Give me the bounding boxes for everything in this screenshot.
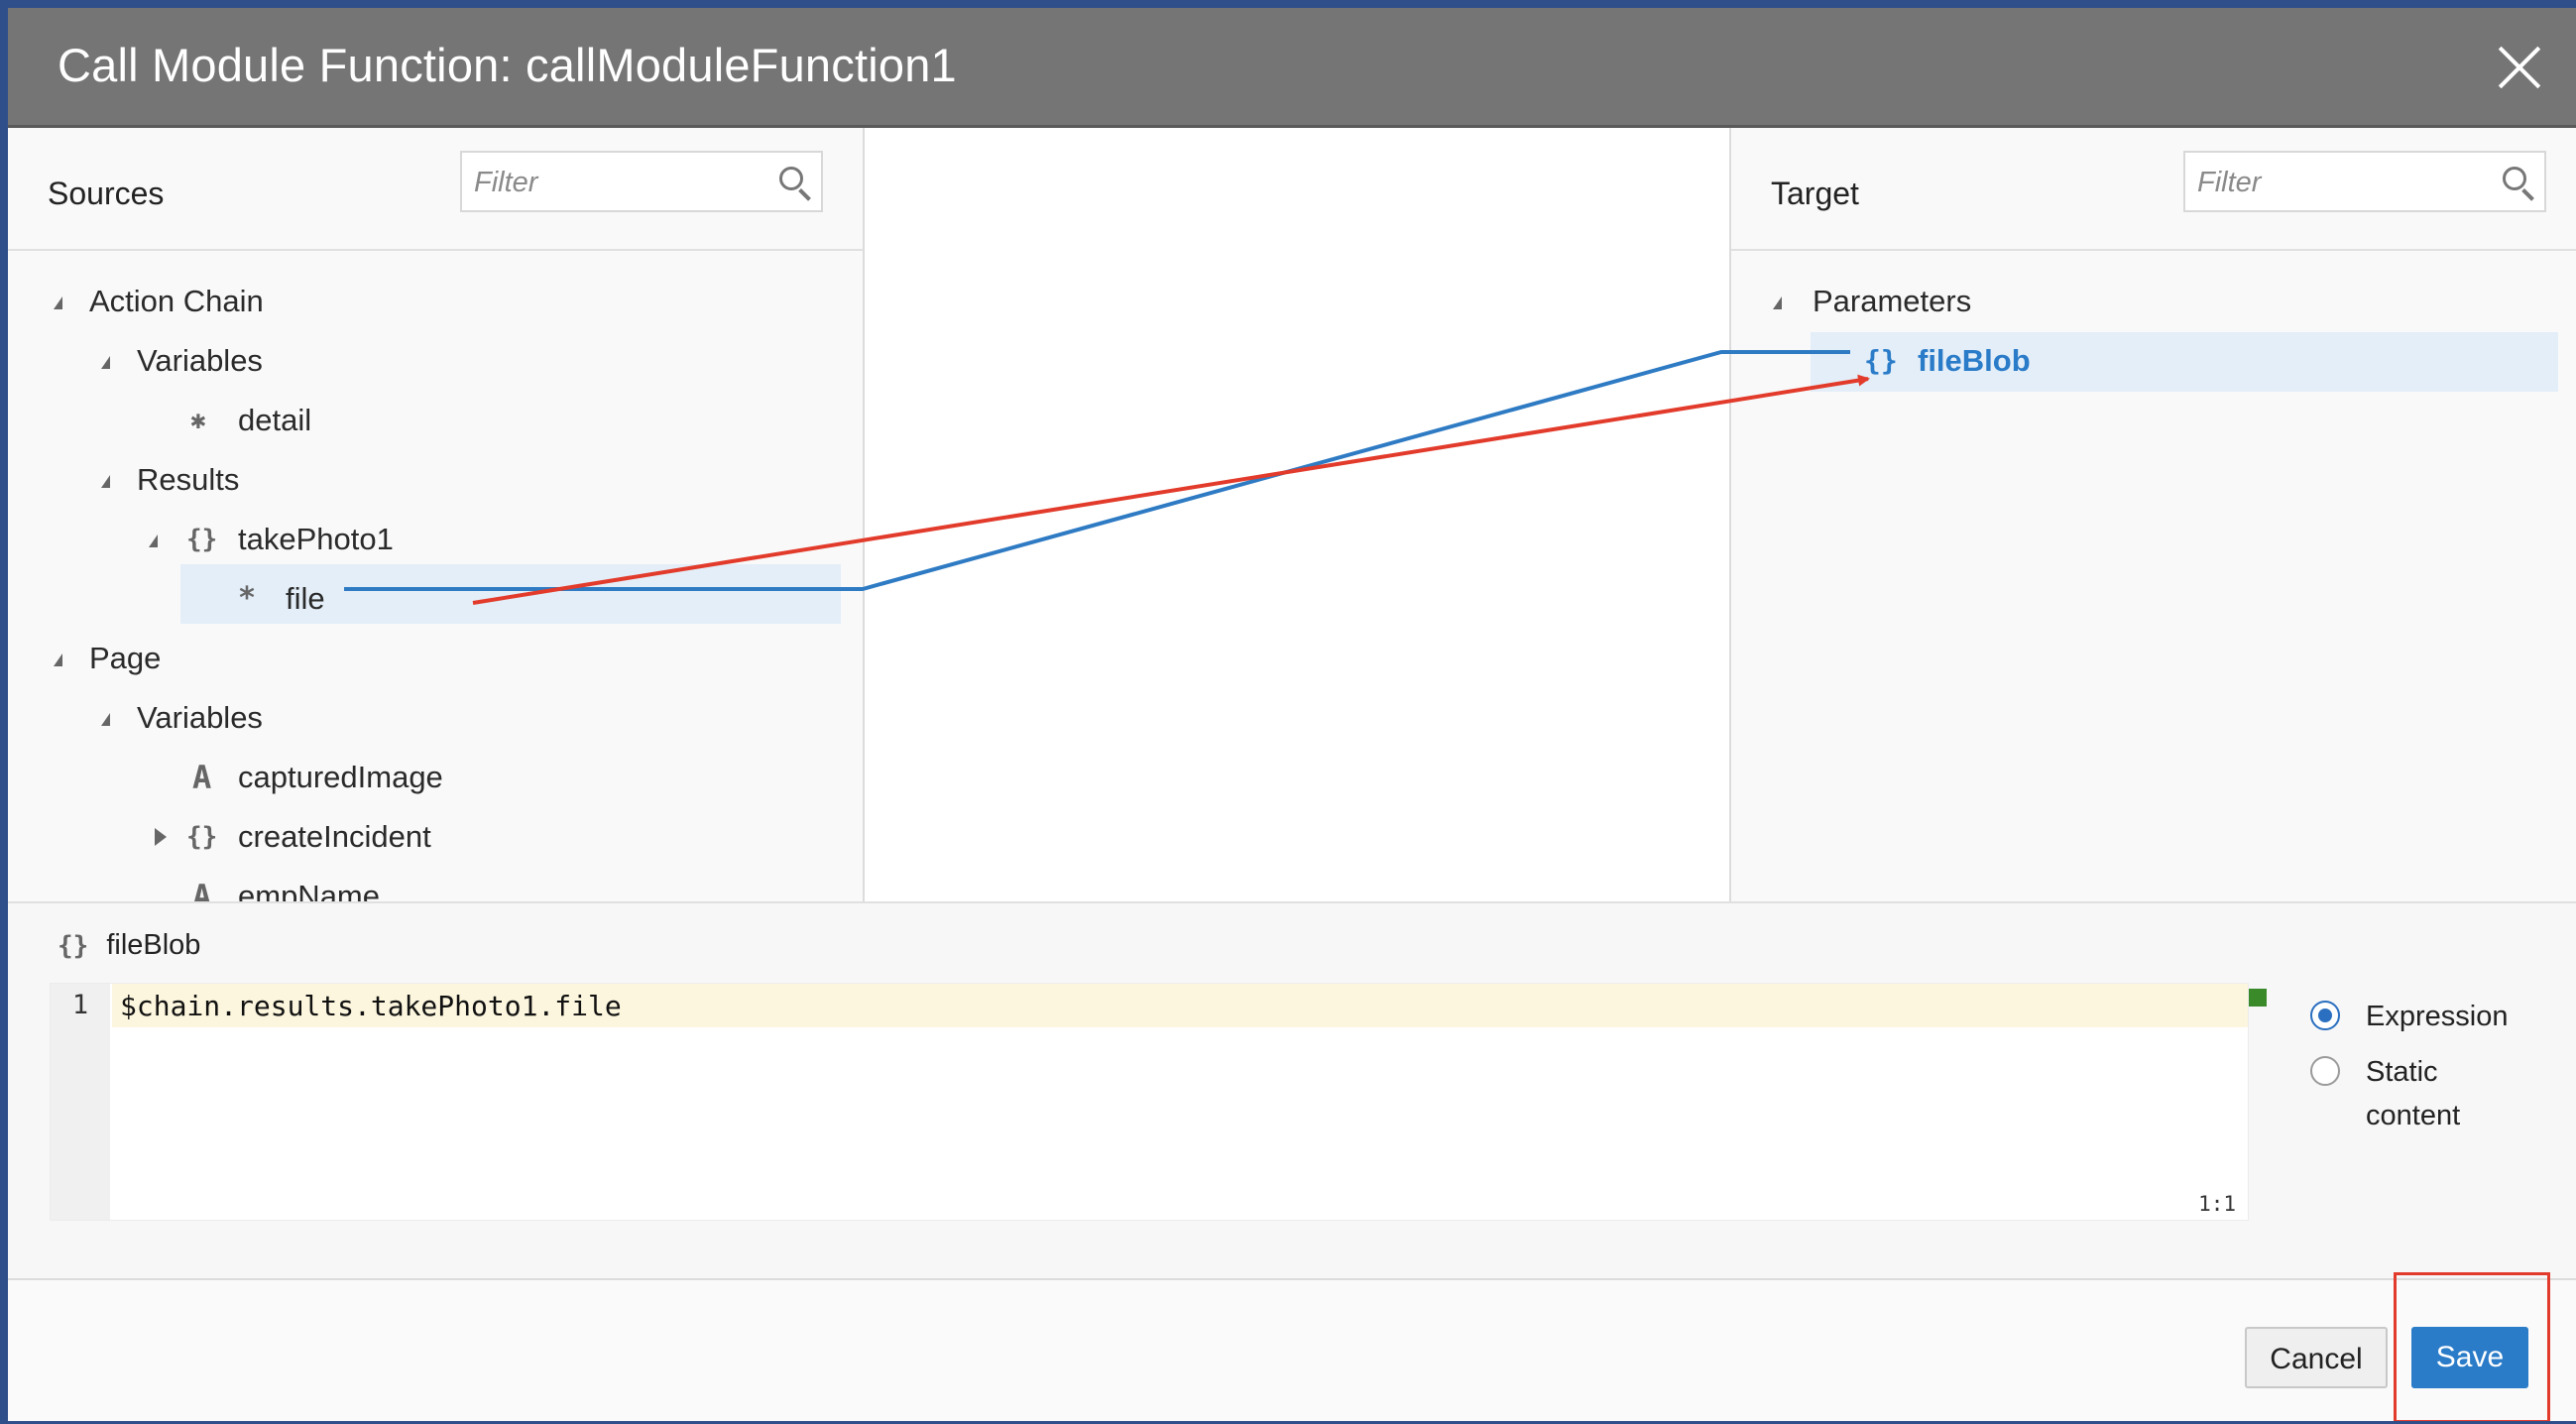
expand-icon[interactable] (54, 297, 62, 309)
asterisk-icon: * (238, 581, 257, 616)
target-header: Target (1731, 128, 2576, 251)
tree-node-label: takePhoto1 (238, 522, 394, 556)
save-highlight-annotation (2394, 1272, 2550, 1421)
sources-filter-input[interactable] (472, 163, 763, 202)
mapping-canvas (865, 128, 1727, 901)
asterisk-settings-icon: ✱ (190, 406, 206, 435)
sources-title: Sources (48, 176, 165, 211)
expression-radio-label: Expression (2366, 1001, 2509, 1032)
tree-node-label: empName (238, 879, 380, 901)
tree-node-label: detail (238, 403, 312, 437)
target-filter[interactable] (2183, 151, 2546, 212)
expand-icon[interactable] (101, 475, 110, 488)
tree-node-label: file (286, 581, 325, 616)
object-braces-icon: {} (58, 931, 89, 961)
tree-node-label: Results (137, 462, 240, 497)
expression-editor[interactable]: 1 $chain.results.takePhoto1.file 1:1 (50, 983, 2249, 1221)
line-gutter: 1 (51, 984, 110, 1220)
object-braces-icon: {} (186, 525, 218, 554)
expression-panel: {} fileBlob 1 $chain.results.takePhoto1.f… (8, 901, 2576, 1280)
dialog-footer: Cancel Save (8, 1272, 2576, 1421)
string-type-icon: A (192, 759, 212, 796)
line-number: 1 (71, 990, 89, 1020)
dialog-title: Call Module Function: callModuleFunction… (58, 39, 957, 91)
dialog-titlebar: Call Module Function: callModuleFunction… (8, 8, 2576, 128)
call-module-function-dialog: Call Module Function: callModuleFunction… (8, 8, 2576, 1421)
tree-node-label: fileBlob (1918, 343, 2031, 378)
expand-icon[interactable] (149, 534, 158, 547)
expand-icon[interactable] (101, 356, 110, 369)
object-braces-icon: {} (1864, 344, 1898, 377)
cancel-button[interactable]: Cancel (2245, 1327, 2388, 1388)
target-panel: Target Parameters {} fileBlob (1729, 128, 2576, 901)
selected-mapping-label: fileBlob (106, 929, 201, 961)
cursor-position: 1:1 (2198, 1192, 2236, 1216)
tree-node-label: Action Chain (89, 284, 264, 318)
tree-node-label: Variables (137, 700, 263, 735)
object-braces-icon: {} (186, 822, 218, 852)
tree-node-label: createIncident (238, 819, 431, 854)
collapse-icon[interactable] (155, 828, 167, 846)
selected-row-highlight (180, 564, 841, 624)
expand-icon[interactable] (101, 713, 110, 726)
selected-mapping: {} fileBlob (58, 923, 200, 967)
sources-filter[interactable] (460, 151, 823, 212)
close-icon[interactable] (2499, 46, 2540, 87)
target-filter-input[interactable] (2195, 163, 2487, 202)
sources-panel: Sources Action Chain Variables ✱ detail … (8, 128, 865, 901)
expand-icon[interactable] (1773, 297, 1782, 309)
target-title: Target (1771, 176, 1859, 211)
static-content-radio[interactable] (2310, 1056, 2340, 1086)
search-icon[interactable] (2503, 167, 2526, 190)
static-content-radio-label: Static content (2366, 1056, 2461, 1131)
expression-code[interactable]: $chain.results.takePhoto1.file (120, 990, 622, 1022)
expand-icon[interactable] (54, 653, 62, 666)
valid-status-indicator (2249, 989, 2267, 1007)
tree-node-label: Page (89, 641, 162, 675)
expression-radio[interactable] (2310, 1001, 2340, 1030)
string-type-icon: A (192, 878, 212, 901)
sources-header: Sources (8, 128, 863, 251)
tree-node-label: Variables (137, 343, 263, 378)
tree-node-label: Parameters (1813, 284, 1972, 318)
tree-node-label: capturedImage (238, 760, 443, 794)
search-icon[interactable] (779, 167, 803, 190)
